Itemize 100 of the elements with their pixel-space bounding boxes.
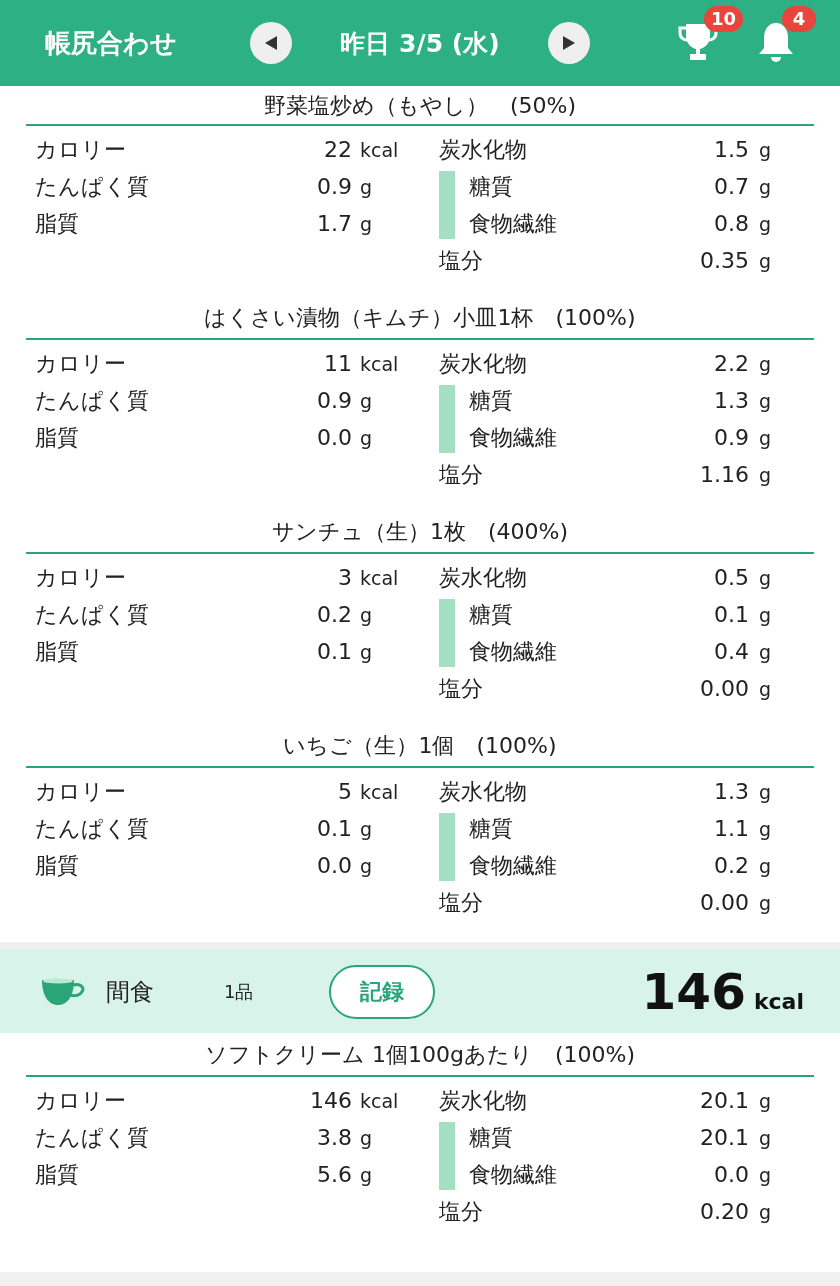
nutrient-value: 0.1 bbox=[713, 602, 749, 627]
unit-label: g bbox=[759, 677, 772, 700]
nutrient-value: 3.8 bbox=[316, 1125, 352, 1150]
nutrient-label: カロリー bbox=[35, 777, 127, 806]
nutrient-label: 脂質 bbox=[35, 637, 80, 666]
count-badge: 10 bbox=[704, 6, 744, 32]
nutrient-value: 1.3 bbox=[713, 388, 749, 413]
nutrient-value: 22 bbox=[323, 137, 352, 162]
unit-label: kcal bbox=[360, 138, 399, 161]
unit-label: g bbox=[360, 640, 373, 663]
unit-label: g bbox=[360, 389, 373, 412]
unit-label: kcal bbox=[360, 1089, 399, 1112]
nutrient-value: 0.1 bbox=[316, 639, 352, 664]
nutrient-value: 0.2 bbox=[713, 853, 749, 878]
nutrient-label: 脂質 bbox=[35, 209, 80, 238]
nutrient-label: 脂質 bbox=[35, 1160, 80, 1189]
unit-label: g bbox=[360, 603, 373, 626]
unit-label: kcal bbox=[360, 352, 399, 375]
nutrient-label: 食物繊維 bbox=[468, 423, 558, 452]
date-label: 昨日 3/5 (水) bbox=[339, 27, 501, 60]
next-day-button[interactable] bbox=[548, 22, 590, 64]
nutrient-value: 5.6 bbox=[316, 1162, 352, 1187]
indent-bar bbox=[439, 171, 455, 239]
unit-label: g bbox=[360, 426, 373, 449]
nutrient-label: 脂質 bbox=[35, 851, 80, 880]
nutrient-value: 0.00 bbox=[699, 890, 749, 915]
unit-label: g bbox=[759, 138, 772, 161]
nutrient-value: 0.35 bbox=[699, 248, 749, 273]
nutrient-label: カロリー bbox=[35, 1086, 127, 1115]
left-triangle-icon bbox=[264, 35, 278, 51]
unit-label: g bbox=[759, 603, 772, 626]
indent-bar bbox=[439, 1122, 455, 1190]
nutrient-value: 11 bbox=[323, 351, 352, 376]
indent-bar bbox=[439, 385, 455, 453]
nutrient-label: 炭水化物 bbox=[439, 1086, 528, 1115]
unit-label: kcal bbox=[360, 780, 399, 803]
unit-label: g bbox=[360, 1163, 373, 1186]
unit-label: g bbox=[759, 1089, 772, 1112]
nutrient-label: 塩分 bbox=[439, 1197, 484, 1226]
unit-label: g bbox=[360, 817, 373, 840]
nutrient-value: 0.8 bbox=[713, 211, 749, 236]
unit-label: g bbox=[759, 891, 772, 914]
count-badge: 4 bbox=[782, 6, 816, 32]
cup-icon bbox=[40, 976, 86, 1007]
nutrient-value: 2.2 bbox=[713, 351, 749, 376]
indent-bar bbox=[439, 813, 455, 881]
indent-bar bbox=[439, 599, 455, 667]
nutrient-value: 0.2 bbox=[316, 602, 352, 627]
unit-label: g bbox=[759, 1126, 772, 1149]
nutrient-value: 146 bbox=[309, 1088, 352, 1113]
nutrient-label: 塩分 bbox=[439, 460, 484, 489]
nutrient-label: 食物繊維 bbox=[468, 1160, 558, 1189]
nutrient-label: たんぱく質 bbox=[35, 600, 150, 629]
nutrient-label: 炭水化物 bbox=[439, 349, 528, 378]
item-count: 1品 bbox=[224, 979, 255, 1004]
nutrient-value: 0.00 bbox=[699, 676, 749, 701]
nutrient-label: 塩分 bbox=[439, 888, 484, 917]
unit-label: g bbox=[759, 352, 772, 375]
food-title: はくさい漬物（キムチ）小皿1杯 (100%) bbox=[26, 296, 814, 340]
nutrient-value: 0.9 bbox=[713, 425, 749, 450]
unit-label: g bbox=[759, 249, 772, 272]
nutrient-label: カロリー bbox=[35, 349, 127, 378]
nutrient-value: 1.3 bbox=[713, 779, 749, 804]
nutrient-value: 5 bbox=[337, 779, 352, 804]
nutrient-label: 塩分 bbox=[439, 674, 484, 703]
nutrient-label: たんぱく質 bbox=[35, 386, 150, 415]
food-title: ソフトクリーム 1個100gあたり (100%) bbox=[26, 1033, 814, 1077]
unit-label: g bbox=[360, 1126, 373, 1149]
unit-label: g bbox=[759, 389, 772, 412]
nutrient-label: 炭水化物 bbox=[439, 777, 528, 806]
food-title: サンチュ（生）1枚 (400%) bbox=[26, 510, 814, 554]
nutrient-label: 脂質 bbox=[35, 423, 80, 452]
nutrient-label: 糖質 bbox=[468, 600, 514, 629]
nutrient-value: 0.20 bbox=[699, 1199, 749, 1224]
unit-label: g bbox=[360, 212, 373, 235]
previous-day-button[interactable] bbox=[250, 22, 292, 64]
nutrient-value: 0.1 bbox=[316, 816, 352, 841]
nutrient-value: 0.0 bbox=[316, 425, 352, 450]
nutrient-label: たんぱく質 bbox=[35, 814, 150, 843]
nutrient-label: 糖質 bbox=[468, 1123, 514, 1152]
food-title: 野菜塩炒め（もやし） (50%) bbox=[26, 86, 814, 126]
unit-label: g bbox=[759, 426, 772, 449]
nutrient-label: 食物繊維 bbox=[468, 209, 558, 238]
unit-label: g bbox=[759, 1163, 772, 1186]
unit-label: g bbox=[360, 854, 373, 877]
food-title: いちご（生）1個 (100%) bbox=[26, 724, 814, 768]
unit-label: g bbox=[759, 817, 772, 840]
right-triangle-icon bbox=[562, 35, 576, 51]
unit-label: g bbox=[759, 175, 772, 198]
nutrient-label: 塩分 bbox=[439, 246, 484, 275]
unit-label: g bbox=[759, 640, 772, 663]
unit-label: g bbox=[759, 1200, 772, 1223]
nutrient-value: 1.1 bbox=[713, 816, 749, 841]
nutrient-value: 20.1 bbox=[699, 1088, 749, 1113]
record-button[interactable]: 記録 bbox=[329, 964, 435, 1019]
nutrient-value: 1.5 bbox=[713, 137, 749, 162]
nutrient-value: 0.5 bbox=[713, 565, 749, 590]
nutrient-label: カロリー bbox=[35, 563, 127, 592]
nutrient-label: カロリー bbox=[35, 135, 127, 164]
unit-label: g bbox=[759, 566, 772, 589]
